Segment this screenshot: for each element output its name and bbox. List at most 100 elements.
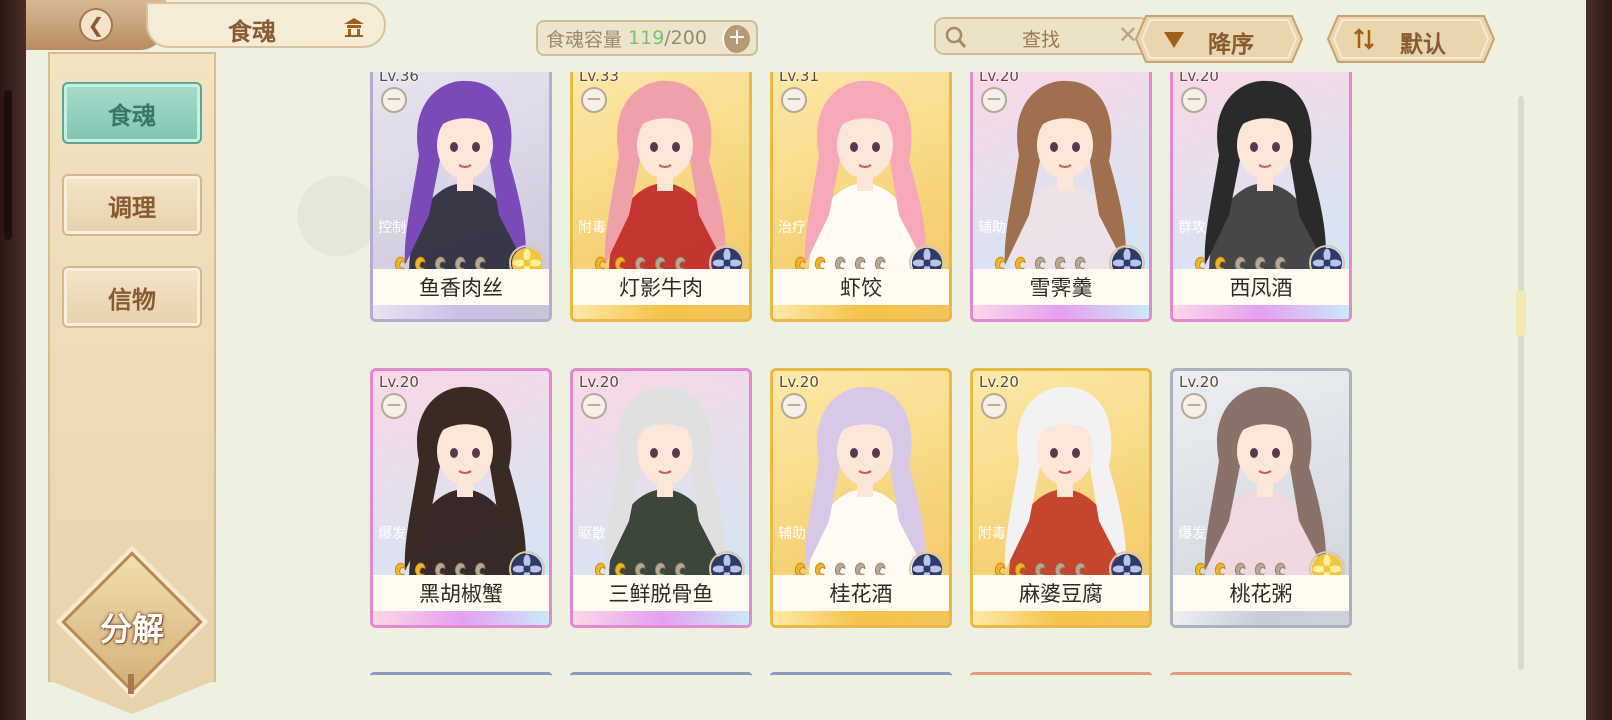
rank-badge-icon: — (581, 87, 607, 113)
back-arrow-icon: ❮ (79, 8, 113, 42)
food-soul-card[interactable]: Lv.33 — 附毒 灯影牛肉 (570, 72, 752, 322)
rarity-strip (973, 305, 1149, 319)
decompose-label: 分解 (99, 610, 164, 648)
level-label: Lv.20 (979, 373, 1019, 391)
food-soul-name: 黑胡椒蟹 (419, 582, 503, 606)
role-label: 辅助 (978, 220, 1006, 236)
rank-badge-icon: — (581, 393, 607, 419)
rank-badge-icon: — (981, 393, 1007, 419)
food-soul-name: 西凤酒 (1229, 276, 1293, 300)
rank-badge-icon: — (981, 87, 1007, 113)
food-soul-card[interactable]: Lv.20 — 爆发 黑胡椒蟹 (370, 368, 552, 628)
scrollbar-track[interactable] (1518, 96, 1524, 670)
role-label: 爆发 (1178, 526, 1206, 542)
food-soul-card[interactable]: Lv.20 — 辅助 桂花酒 (770, 368, 952, 628)
rank-badge-icon: — (381, 87, 407, 113)
food-soul-name: 鱼香肉丝 (419, 276, 503, 300)
rarity-strip (773, 611, 949, 625)
pavilion-home-icon[interactable] (342, 16, 366, 38)
level-label: Lv.20 (779, 373, 819, 391)
device-edge-right (1586, 0, 1612, 720)
scrollbar-thumb[interactable] (1516, 290, 1526, 336)
role-label: 附毒 (978, 526, 1006, 542)
level-label: Lv.20 (1179, 373, 1219, 391)
level-label: Lv.31 (779, 72, 819, 85)
level-label: Lv.20 (579, 373, 619, 391)
level-label: Lv.20 (379, 373, 419, 391)
rank-badge-icon: — (1181, 393, 1207, 419)
device-notch (4, 90, 12, 240)
food-soul-card[interactable]: Lv.31 — 治疗 虾饺 (770, 72, 952, 322)
level-label: Lv.20 (979, 72, 1019, 85)
rarity-strip (1173, 611, 1349, 625)
tab-food-souls[interactable]: 食魂 (62, 82, 202, 144)
food-soul-card[interactable]: Lv.20 — 群攻 西凤酒 (1170, 72, 1352, 322)
card-peek[interactable] (970, 672, 1152, 682)
food-soul-card[interactable]: Lv.36 — 控制 鱼香肉丝 (370, 72, 552, 322)
food-soul-name: 虾饺 (840, 276, 882, 300)
page-title: 食魂 (228, 17, 276, 46)
device-edge-left (0, 0, 26, 720)
role-tag: 附毒 (973, 519, 1015, 549)
search-box[interactable]: 查找 ✕ (934, 17, 1150, 55)
food-soul-card[interactable]: Lv.20 — 驱散 三鲜脱骨鱼 (570, 368, 752, 628)
role-label: 附毒 (578, 220, 606, 236)
role-label: 群攻 (1178, 220, 1206, 236)
rank-badge-icon: — (781, 393, 807, 419)
role-tag: 治疗 (773, 213, 815, 243)
top-bar: ❮ 食魂 食魂容量 119 /200 + 查找 ✕ 降序 默认 (26, 0, 1586, 63)
rarity-strip (573, 611, 749, 625)
title-pill: 食魂 (146, 2, 386, 48)
capacity-display: 食魂容量 119 /200 + (536, 20, 758, 56)
role-label: 控制 (378, 220, 406, 236)
search-placeholder: 查找 (1022, 29, 1061, 51)
food-soul-grid: Lv.36 — 控制 鱼香肉丝 Lv.33 — 附毒 灯影牛肉 Lv.31 — … (370, 72, 1380, 682)
role-label: 治疗 (778, 220, 806, 236)
food-soul-name: 三鲜脱骨鱼 (608, 582, 714, 606)
card-peek[interactable] (770, 672, 952, 682)
level-label: Lv.36 (379, 72, 419, 85)
food-soul-card[interactable]: Lv.20 — 附毒 麻婆豆腐 (970, 368, 1152, 628)
tab-seasoning[interactable]: 调理 (62, 174, 202, 236)
level-label: Lv.33 (579, 72, 619, 85)
game-screen: ❮ 食魂 食魂容量 119 /200 + 查找 ✕ 降序 默认 食魂 调理 信物… (26, 0, 1586, 720)
back-button[interactable]: ❮ (26, 0, 166, 50)
sort-mode-button[interactable]: 默认 (1326, 14, 1496, 64)
rarity-strip (973, 611, 1149, 625)
food-soul-name: 灯影牛肉 (619, 276, 703, 300)
card-peek[interactable] (1170, 672, 1352, 682)
role-tag: 爆发 (1173, 519, 1215, 549)
rarity-strip (573, 305, 749, 319)
food-soul-card[interactable]: Lv.20 — 爆发 桃花粥 (1170, 368, 1352, 628)
food-soul-card[interactable]: Lv.20 — 辅助 雪霁羹 (970, 72, 1152, 322)
rank-badge-icon: — (381, 393, 407, 419)
sort-order-label: 降序 (1208, 31, 1254, 58)
tassel-decoration (128, 674, 134, 694)
role-tag: 爆发 (373, 519, 415, 549)
role-label: 爆发 (378, 526, 406, 542)
sort-order-button[interactable]: 降序 (1134, 14, 1304, 64)
role-label: 驱散 (578, 526, 606, 542)
rank-badge-icon: — (1181, 87, 1207, 113)
sort-mode-label: 默认 (1400, 31, 1446, 58)
role-label: 辅助 (778, 526, 806, 542)
sort-toggle-icon (1354, 28, 1374, 50)
role-tag: 群攻 (1173, 213, 1215, 243)
role-tag: 辅助 (773, 519, 815, 549)
rarity-strip (373, 305, 549, 319)
level-label: Lv.20 (1179, 72, 1219, 85)
tab-tokens[interactable]: 信物 (62, 266, 202, 328)
role-tag: 附毒 (573, 213, 615, 243)
search-icon (945, 26, 967, 48)
capacity-label: 食魂容量 (546, 28, 623, 51)
food-soul-name: 桂花酒 (829, 582, 893, 606)
add-capacity-button[interactable]: + (722, 25, 750, 53)
food-soul-name: 雪霁羹 (1029, 276, 1093, 300)
food-soul-name: 桃花粥 (1229, 582, 1293, 606)
capacity-max: /200 (664, 27, 707, 49)
rarity-strip (373, 611, 549, 625)
card-peek[interactable] (370, 672, 552, 682)
card-peek[interactable] (570, 672, 752, 682)
rarity-strip (773, 305, 949, 319)
role-tag: 辅助 (973, 213, 1015, 243)
